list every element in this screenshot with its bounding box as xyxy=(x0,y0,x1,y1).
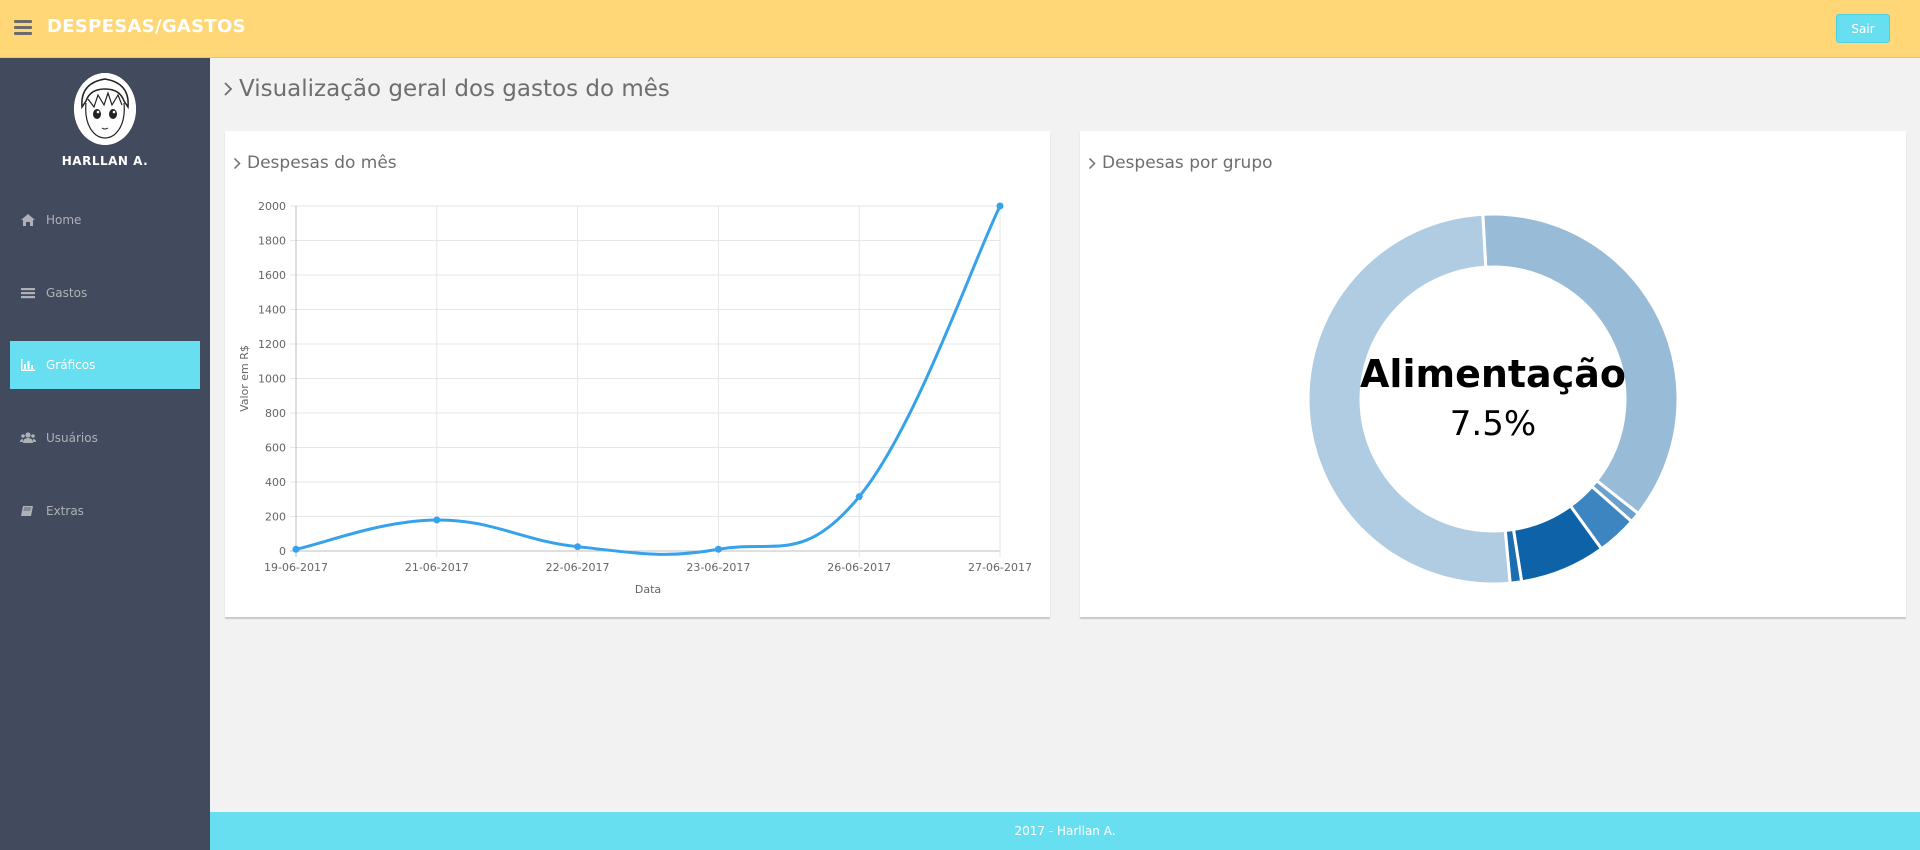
donut-slice xyxy=(1306,212,1512,586)
y-tick-label: 200 xyxy=(265,511,286,524)
x-tick-label: 21-06-2017 xyxy=(405,561,469,574)
sidebar-item-gastos[interactable]: Gastos xyxy=(10,269,200,317)
chevron-right-icon xyxy=(224,82,233,96)
footer: 2017 - Harllan A. xyxy=(210,812,1920,850)
y-tick-label: 400 xyxy=(265,476,286,489)
donut-center-value: 7.5% xyxy=(1450,404,1536,444)
y-tick-label: 2000 xyxy=(258,200,286,213)
data-point xyxy=(292,545,300,553)
sidebar-item-usuarios[interactable]: Usuários xyxy=(10,414,200,462)
x-tick-label: 26-06-2017 xyxy=(827,561,891,574)
list-icon xyxy=(21,288,35,299)
data-point xyxy=(433,516,441,524)
sidebar: HARLLAN A. Home Gastos Gráficos Usuários… xyxy=(0,58,210,850)
anime-avatar-icon xyxy=(74,73,136,145)
book-icon xyxy=(21,506,33,516)
avatar xyxy=(74,73,136,145)
data-point xyxy=(996,202,1004,210)
data-point xyxy=(855,493,863,501)
donut-center-label: Alimentação xyxy=(1360,352,1626,396)
y-axis-label: Valor em R$ xyxy=(238,345,251,412)
y-tick-label: 1200 xyxy=(258,338,286,351)
logout-button[interactable]: Sair xyxy=(1836,14,1890,43)
sidebar-item-home[interactable]: Home xyxy=(10,196,200,244)
user-name: HARLLAN A. xyxy=(61,154,149,168)
hamburger-menu-icon[interactable] xyxy=(14,20,32,35)
y-tick-label: 600 xyxy=(265,442,286,455)
page-title-text: Visualização geral dos gastos do mês xyxy=(239,76,670,102)
x-tick-label: 22-06-2017 xyxy=(546,561,610,574)
home-icon xyxy=(21,214,35,226)
top-bar: DESPESAS/GASTOS Sair xyxy=(0,0,1920,58)
sidebar-item-label: Gastos xyxy=(46,286,88,300)
line-chart: 0 200 400 600 800 1000 1200 1400 1600 1800 2000 19-… xyxy=(238,200,1032,596)
x-tick-label: 19-06-2017 xyxy=(264,561,328,574)
page-title: Visualização geral dos gastos do mês xyxy=(223,76,670,102)
donut-chart-panel: Despesas por grupo Alimentação 7.5% xyxy=(1080,131,1906,617)
x-axis-label: Data xyxy=(635,583,661,596)
sidebar-item-label: Home xyxy=(46,213,82,227)
series-line xyxy=(295,205,1002,556)
sidebar-item-extras[interactable]: Extras xyxy=(10,487,200,535)
sidebar-item-label: Gráficos xyxy=(46,358,96,372)
sidebar-item-graficos[interactable]: Gráficos xyxy=(10,341,200,389)
line-chart-panel: Despesas do mês 0 200 400 600 800 1000 1200 140… xyxy=(225,131,1050,617)
y-tick-label: 1800 xyxy=(258,235,286,248)
sidebar-item-label: Extras xyxy=(46,504,84,518)
y-tick-label: 1400 xyxy=(258,304,286,317)
y-tick-label: 1600 xyxy=(258,269,286,282)
y-tick-label: 0 xyxy=(279,545,286,558)
x-tick-label: 23-06-2017 xyxy=(686,561,750,574)
data-point xyxy=(574,543,582,551)
users-icon xyxy=(20,432,36,443)
sidebar-item-label: Usuários xyxy=(46,431,98,445)
y-tick-label: 1000 xyxy=(258,373,286,386)
bar-chart-icon xyxy=(21,359,35,371)
x-tick-label: 27-06-2017 xyxy=(968,561,1032,574)
data-point xyxy=(714,545,722,553)
donut-chart[interactable]: Alimentação 7.5% xyxy=(1080,131,1906,617)
y-tick-label: 800 xyxy=(265,407,286,420)
app-brand: DESPESAS/GASTOS xyxy=(47,16,246,37)
